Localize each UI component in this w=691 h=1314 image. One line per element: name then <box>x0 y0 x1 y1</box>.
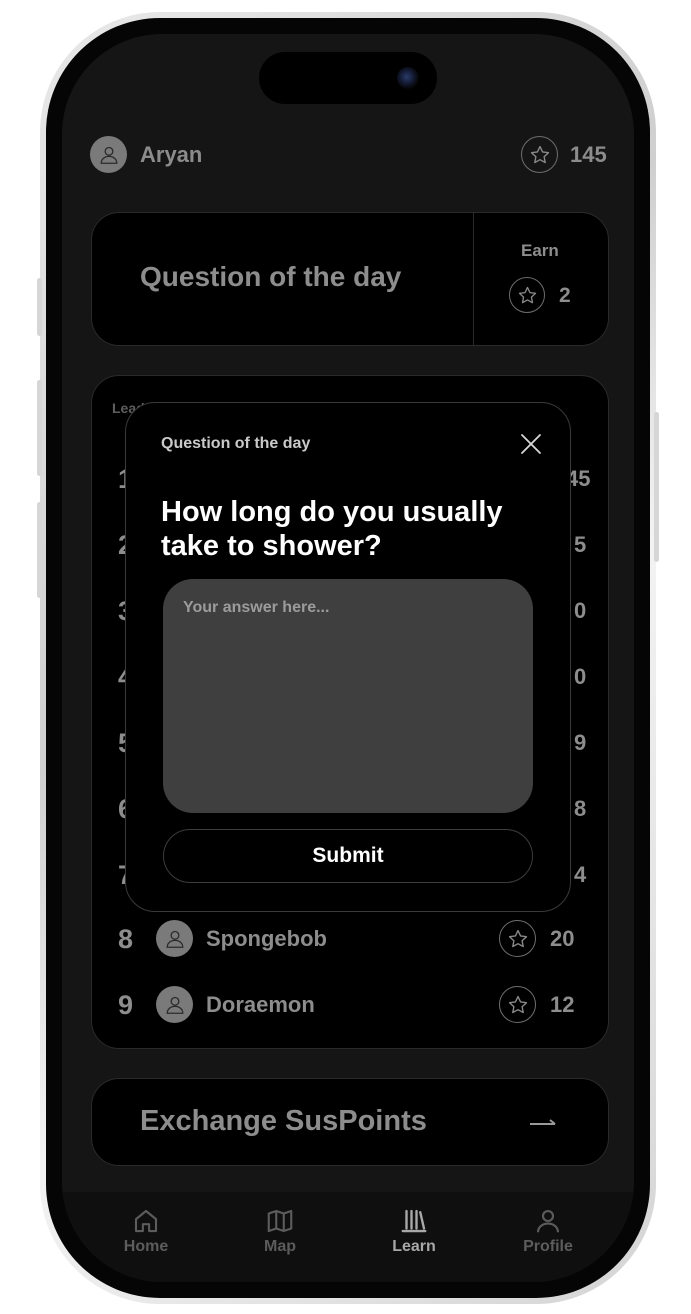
star-badge <box>499 986 536 1023</box>
points-badge <box>521 136 558 173</box>
leaderboard-points: 12 <box>550 992 575 1017</box>
leaderboard-points: 0 <box>574 664 587 689</box>
leaderboard-points: 20 <box>550 926 575 951</box>
camera-icon <box>397 67 419 89</box>
avatar <box>156 920 193 957</box>
dynamic-island <box>259 52 437 104</box>
app-screen: Aryan 145 Question of the day Earn 2 Lea… <box>62 34 634 1282</box>
person-icon <box>100 146 117 164</box>
map-icon <box>267 1209 293 1233</box>
leaderboard-points: 5 <box>574 532 587 557</box>
user-points: 145 <box>570 142 607 167</box>
answer-input[interactable] <box>163 579 533 813</box>
tab-learn[interactable]: Learn <box>382 1202 446 1266</box>
leaderboard-name: Doraemon <box>206 992 315 1017</box>
modal-question: How long do you usually take to shower? <box>161 496 503 562</box>
exchange-label: Exchange SusPoints <box>140 1105 427 1137</box>
volume-up-button <box>37 380 42 476</box>
modal-kicker: Question of the day <box>161 435 311 452</box>
leaderboard-points: 0 <box>574 598 587 623</box>
leaderboard-points: 4 <box>574 862 587 887</box>
tab-home-label: Home <box>123 1238 169 1255</box>
avatar <box>156 986 193 1023</box>
tab-profile-label: Profile <box>523 1238 573 1255</box>
leaderboard-row[interactable]: 8 Spongebob 20 <box>92 912 610 968</box>
tab-bar: Home Map Learn Profile <box>62 1192 634 1282</box>
user-name: Aryan <box>140 142 203 167</box>
tab-map[interactable]: Map <box>248 1202 312 1266</box>
tab-map-label: Map <box>264 1238 296 1255</box>
close-button[interactable] <box>514 427 548 461</box>
power-button <box>654 412 659 562</box>
qotd-card[interactable]: Question of the day Earn 2 <box>91 212 609 346</box>
leaderboard-name: Spongebob <box>206 926 327 951</box>
home-icon <box>134 1209 158 1233</box>
tab-profile[interactable]: Profile <box>516 1202 580 1266</box>
star-icon <box>518 286 536 303</box>
arrow-right-icon <box>528 1113 558 1133</box>
star-icon <box>508 995 527 1013</box>
learn-icon <box>401 1209 427 1233</box>
user-avatar[interactable] <box>90 136 127 173</box>
profile-icon <box>536 1209 560 1233</box>
action-button <box>37 278 42 336</box>
earn-star-badge <box>509 277 545 313</box>
close-icon <box>521 434 541 454</box>
submit-button[interactable]: Submit <box>163 829 533 883</box>
star-icon <box>508 929 527 947</box>
earn-label: Earn <box>521 241 559 260</box>
earn-value: 2 <box>559 284 571 307</box>
exchange-suspoints-button[interactable]: Exchange SusPoints <box>91 1078 609 1166</box>
tab-learn-label: Learn <box>392 1238 436 1255</box>
person-icon <box>166 930 183 948</box>
qotd-card-title: Question of the day <box>140 261 402 292</box>
leaderboard-points: 9 <box>574 730 587 755</box>
leaderboard-row[interactable]: 9 Doraemon 12 <box>92 978 610 1034</box>
leaderboard-points: 8 <box>574 796 587 821</box>
tab-home[interactable]: Home <box>114 1202 178 1266</box>
leaderboard-rank: 9 <box>118 990 134 1020</box>
leaderboard-rank: 8 <box>118 924 134 954</box>
person-icon <box>166 996 183 1014</box>
qotd-divider <box>473 213 474 345</box>
star-badge <box>499 920 536 957</box>
qotd-modal: Question of the day How long do you usua… <box>125 402 571 912</box>
star-icon <box>530 145 549 163</box>
volume-down-button <box>37 502 42 598</box>
